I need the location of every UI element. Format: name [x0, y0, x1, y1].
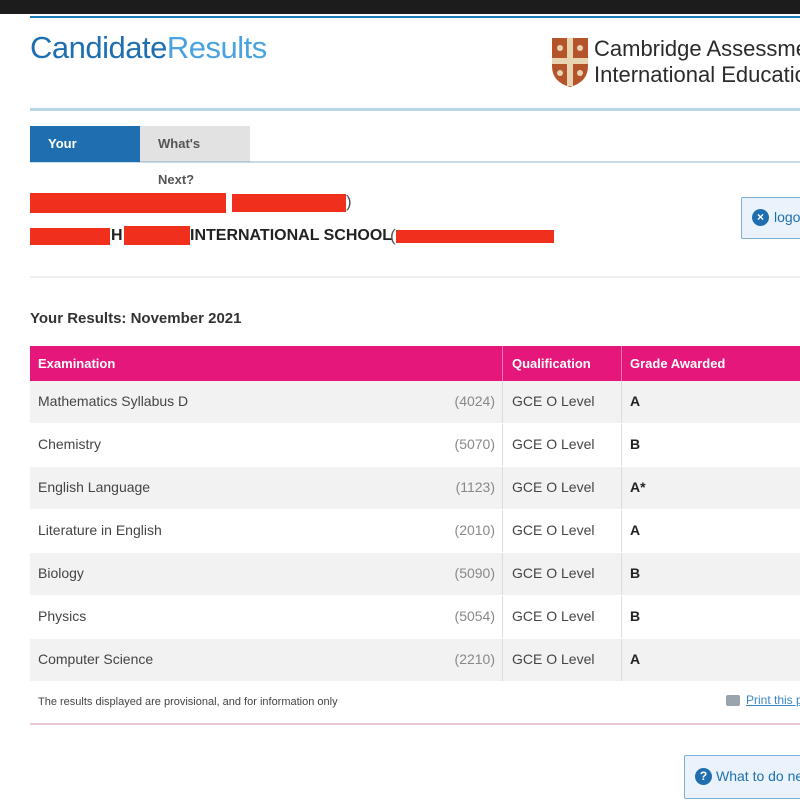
cell-exam: Mathematics Syllabus D [38, 393, 189, 409]
print-link[interactable]: Print this page [726, 693, 800, 707]
cell-code: (2210) [454, 651, 495, 667]
top-accent-line [30, 16, 800, 18]
cell-divider [621, 553, 622, 595]
header-divider-1 [502, 346, 503, 381]
cell-exam: Chemistry [38, 436, 102, 452]
cell-grade: B [630, 436, 641, 452]
cell-qualification: GCE O Level [512, 651, 595, 667]
cell-divider [621, 467, 622, 509]
logo-line-1: Cambridge Assessment [594, 36, 800, 61]
cell-code: (5070) [454, 436, 495, 452]
cell-code: (4024) [454, 393, 495, 409]
redacted-school-part-1 [30, 228, 110, 245]
cell-code: (1123) [455, 479, 495, 495]
cell-code: (5054) [454, 608, 495, 624]
cell-code: (2010) [454, 522, 495, 538]
cell-grade: A* [630, 479, 646, 495]
table-row: English Language (1123) GCE O Level A* [30, 467, 800, 510]
candidate-paren: ) [346, 192, 352, 211]
what-next-button[interactable]: ? What to do next [684, 755, 800, 799]
table-row: Physics (5054) GCE O Level B [30, 596, 800, 639]
cell-divider [502, 381, 503, 423]
provisional-note: The results displayed are provisional, a… [38, 696, 338, 708]
bottom-divider [30, 723, 800, 725]
redacted-school-part-2 [124, 226, 190, 245]
site-brand[interactable]: CandidateResults [30, 30, 267, 66]
school-name: INTERNATIONAL SCHOOL [190, 227, 393, 244]
section-divider [30, 276, 800, 278]
what-next-label: What to do next [716, 768, 800, 784]
cell-qualification: GCE O Level [512, 608, 595, 624]
cell-exam: Computer Science [38, 651, 154, 667]
table-header: Examination Qualification Grade Awarded [30, 346, 800, 381]
header-examination: Examination [38, 356, 116, 371]
table-row: Computer Science (2210) GCE O Level A [30, 639, 800, 682]
cambridge-logo[interactable]: Cambridge Assessment International Educa… [550, 36, 800, 90]
print-label: Print this page [746, 693, 800, 707]
cell-qualification: GCE O Level [512, 393, 595, 409]
cell-grade: A [630, 522, 641, 538]
brand-part-1: Candidate [30, 30, 167, 65]
tab-bar: Your Results What's Next? [30, 126, 250, 187]
cell-divider [502, 596, 503, 638]
close-circle-icon: × [752, 209, 769, 226]
cell-grade: A [630, 651, 641, 667]
window-top-bar [0, 0, 800, 14]
cell-code: (5090) [454, 565, 495, 581]
cell-divider [621, 639, 622, 681]
school-paren: ( [390, 226, 396, 245]
cell-divider [502, 639, 503, 681]
table-row: Biology (5090) GCE O Level B [30, 553, 800, 596]
crest-icon [552, 38, 588, 87]
cell-exam: Biology [38, 565, 84, 581]
header-grade: Grade Awarded [630, 356, 726, 371]
table-row: Literature in English (2010) GCE O Level… [30, 510, 800, 553]
brand-part-2: Results [166, 30, 267, 65]
cell-grade: B [630, 608, 641, 624]
cell-grade: B [630, 565, 641, 581]
redacted-centre-number [396, 230, 554, 243]
cell-divider [621, 424, 622, 466]
table-row: Mathematics Syllabus D (4024) GCE O Leve… [30, 381, 800, 424]
cell-divider [621, 596, 622, 638]
cell-exam: English Language [38, 479, 151, 495]
printer-icon [726, 695, 740, 707]
cell-divider [502, 553, 503, 595]
logo-line-2: International Education [594, 62, 800, 87]
cell-divider [621, 510, 622, 552]
cell-divider [502, 510, 503, 552]
tab-whats-next[interactable]: What's Next? [140, 126, 250, 187]
cell-exam: Literature in English [38, 522, 162, 538]
table-body: Mathematics Syllabus D (4024) GCE O Leve… [30, 381, 800, 682]
logout-label: logout [774, 209, 800, 225]
redacted-candidate-name [30, 193, 226, 213]
header-divider [30, 108, 800, 111]
cell-qualification: GCE O Level [512, 436, 595, 452]
header-divider-2 [621, 346, 622, 381]
cell-divider [502, 424, 503, 466]
logo-text: Cambridge Assessment International Educa… [594, 36, 800, 88]
cell-divider [502, 467, 503, 509]
cell-qualification: GCE O Level [512, 479, 595, 495]
school-name-fragment: H [111, 227, 123, 244]
cell-qualification: GCE O Level [512, 522, 595, 538]
header-qualification: Qualification [512, 356, 591, 371]
results-title: Your Results: November 2021 [30, 310, 242, 327]
cell-exam: Physics [38, 608, 87, 624]
cell-divider [621, 381, 622, 423]
results-table: Examination Qualification Grade Awarded … [30, 346, 800, 682]
table-row: Chemistry (5070) GCE O Level B [30, 424, 800, 467]
tab-your-results[interactable]: Your Results [30, 126, 140, 187]
logout-button[interactable]: × logout [741, 197, 800, 239]
cell-qualification: GCE O Level [512, 565, 595, 581]
question-circle-icon: ? [695, 768, 712, 785]
redacted-candidate-number [232, 194, 346, 212]
tab-underline [30, 161, 800, 163]
cell-grade: A [630, 393, 641, 409]
